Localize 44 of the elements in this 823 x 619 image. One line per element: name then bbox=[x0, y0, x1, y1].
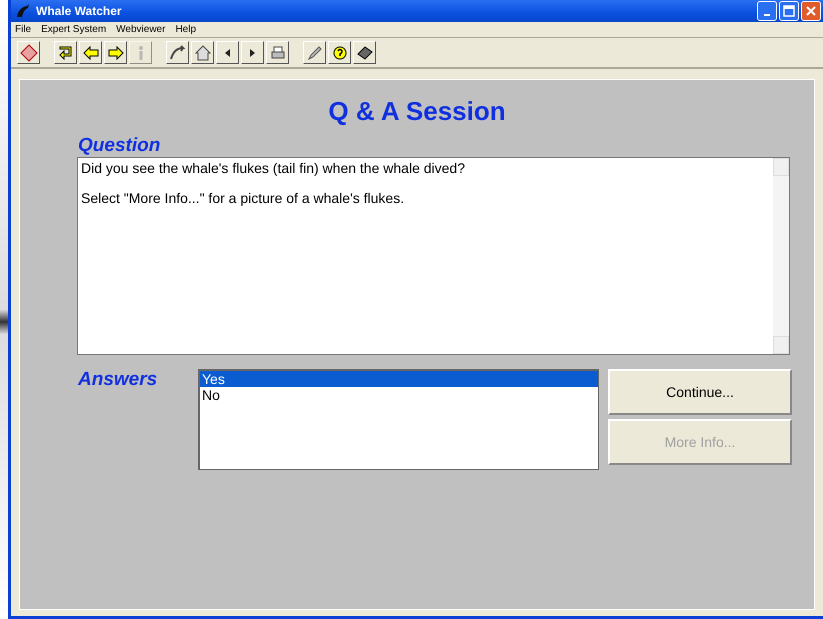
menu-item[interactable]: Webviewer bbox=[116, 24, 166, 35]
next-icon bbox=[250, 48, 255, 56]
answers-label: Answers bbox=[78, 369, 158, 392]
print-icon bbox=[268, 44, 286, 62]
home-button[interactable] bbox=[191, 41, 214, 64]
print-button[interactable] bbox=[266, 41, 289, 64]
info-icon bbox=[138, 46, 142, 60]
exit-button[interactable] bbox=[17, 41, 40, 64]
answer-option[interactable]: No bbox=[200, 387, 598, 403]
question-text: Select "More Info..." for a picture of a whale's flukes. bbox=[81, 190, 406, 206]
close-icon bbox=[806, 6, 816, 16]
prev-icon bbox=[225, 48, 230, 56]
menu-item[interactable]: File bbox=[15, 24, 32, 35]
curve-button[interactable] bbox=[166, 41, 189, 64]
question-text: Did you see the whale's flukes (tail fin) when the whale dived? bbox=[81, 160, 466, 176]
next-button[interactable] bbox=[241, 41, 264, 64]
undo-button[interactable] bbox=[54, 41, 77, 64]
forward-icon bbox=[106, 44, 124, 62]
minimize-icon bbox=[764, 14, 770, 16]
prev-button[interactable] bbox=[216, 41, 239, 64]
menu-item[interactable]: Help bbox=[175, 24, 196, 35]
whale-icon bbox=[15, 3, 31, 19]
scroll-bar[interactable] bbox=[773, 158, 789, 354]
pencil-button[interactable] bbox=[303, 41, 326, 64]
menu-item[interactable]: Expert System bbox=[41, 24, 106, 35]
back-icon bbox=[82, 44, 100, 62]
close-button[interactable] bbox=[801, 1, 821, 21]
help-button[interactable] bbox=[328, 41, 351, 64]
back-button[interactable] bbox=[79, 41, 102, 64]
pencil-icon bbox=[306, 44, 324, 62]
home-icon bbox=[194, 44, 212, 62]
forward-button[interactable] bbox=[104, 41, 127, 64]
maximize-icon bbox=[783, 5, 795, 17]
session-title: Q & A Session bbox=[328, 96, 506, 127]
maximize-button[interactable] bbox=[779, 1, 799, 21]
book-button[interactable] bbox=[353, 41, 376, 64]
continue-button[interactable]: Continue... bbox=[608, 369, 792, 415]
question-label: Question bbox=[78, 135, 162, 157]
answer-option[interactable]: Yes bbox=[200, 371, 598, 387]
help-icon bbox=[330, 44, 348, 62]
curve-icon bbox=[168, 44, 186, 62]
minimize-button[interactable] bbox=[757, 1, 777, 21]
window-title: Whale Watcher bbox=[36, 4, 122, 18]
undo-icon bbox=[56, 44, 74, 62]
